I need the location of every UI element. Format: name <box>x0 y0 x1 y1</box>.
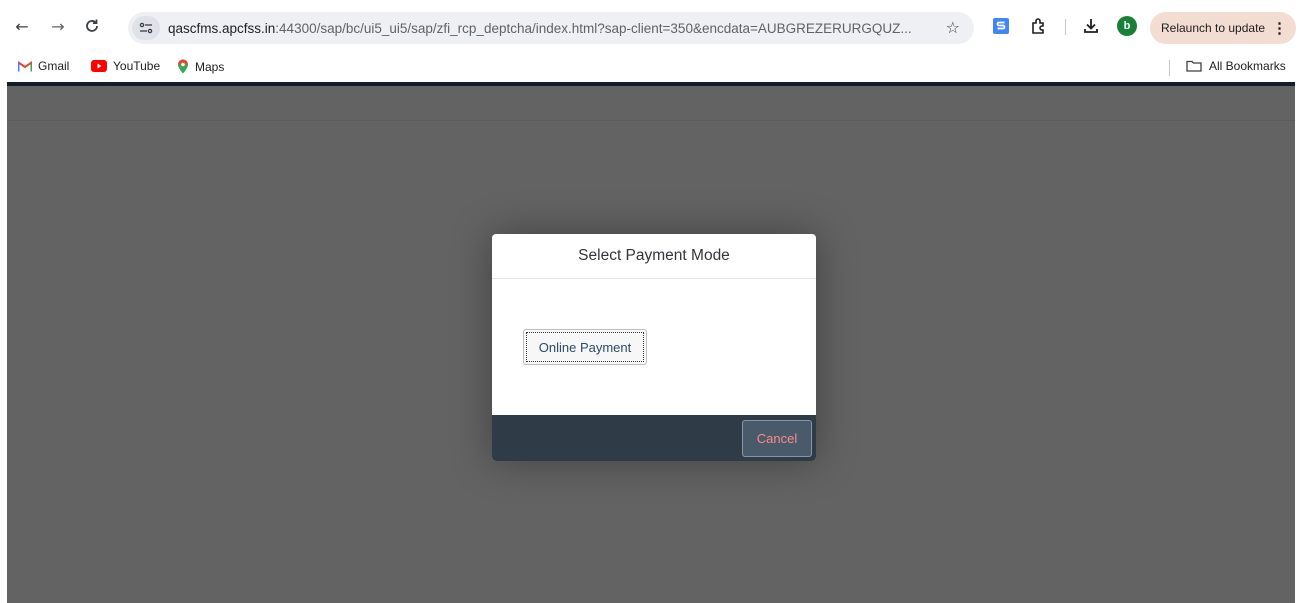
bookmark-gmail[interactable]: Gmail <box>18 59 69 73</box>
bookmark-label: Maps <box>195 59 225 74</box>
bookmark-label: Gmail <box>38 59 70 73</box>
dialog-title: Select Payment Mode <box>492 234 816 279</box>
browser-toolbar: ← → qascfms.apcfss.in:44300/sap/bc/ui5_u… <box>0 0 1302 54</box>
forward-arrow-icon[interactable]: → <box>46 14 70 38</box>
online-payment-label: Online Payment <box>538 339 632 355</box>
maps-icon <box>177 59 189 74</box>
bookmarks-bar: Gmail YouTube Maps All Bookmarks <box>0 54 1302 82</box>
extension-s-icon[interactable] <box>990 15 1012 37</box>
bookmark-maps[interactable]: Maps <box>177 59 224 74</box>
gmail-icon <box>18 60 32 72</box>
bookmark-label: YouTube <box>113 59 161 73</box>
download-icon[interactable] <box>1080 15 1102 37</box>
url-host: qascfms.apcfss.in <box>168 20 276 36</box>
url-path: :44300/sap/bc/ui5_ui5/sap/zfi_rcp_deptch… <box>275 20 912 36</box>
more-menu-icon[interactable]: ⋮ <box>1272 19 1287 37</box>
all-bookmarks-button[interactable]: All Bookmarks <box>1186 59 1286 73</box>
bookmark-youtube[interactable]: YouTube <box>91 59 160 73</box>
profile-avatar[interactable]: b <box>1116 15 1138 37</box>
url-text: qascfms.apcfss.in:44300/sap/bc/ui5_ui5/s… <box>168 21 938 36</box>
relaunch-to-update-button[interactable]: Relaunch to update ⋮ <box>1150 12 1296 44</box>
extensions-puzzle-icon[interactable] <box>1028 15 1050 37</box>
profile-initial: b <box>1117 16 1137 36</box>
payment-mode-dialog: Select Payment Mode Online Payment Cance… <box>492 234 816 461</box>
address-bar[interactable]: qascfms.apcfss.in:44300/sap/bc/ui5_ui5/s… <box>128 12 974 44</box>
site-info-icon[interactable] <box>132 16 160 40</box>
dialog-footer: Cancel <box>492 415 816 461</box>
online-payment-button[interactable]: Online Payment <box>523 329 647 365</box>
all-bookmarks-label: All Bookmarks <box>1209 59 1286 73</box>
youtube-icon <box>91 60 107 72</box>
reload-icon[interactable] <box>80 14 104 38</box>
back-arrow-icon[interactable]: ← <box>10 14 34 38</box>
folder-icon <box>1186 60 1202 72</box>
relaunch-label: Relaunch to update <box>1161 21 1266 35</box>
cancel-button[interactable]: Cancel <box>742 420 812 457</box>
bookmark-star-icon[interactable]: ☆ <box>946 18 960 37</box>
